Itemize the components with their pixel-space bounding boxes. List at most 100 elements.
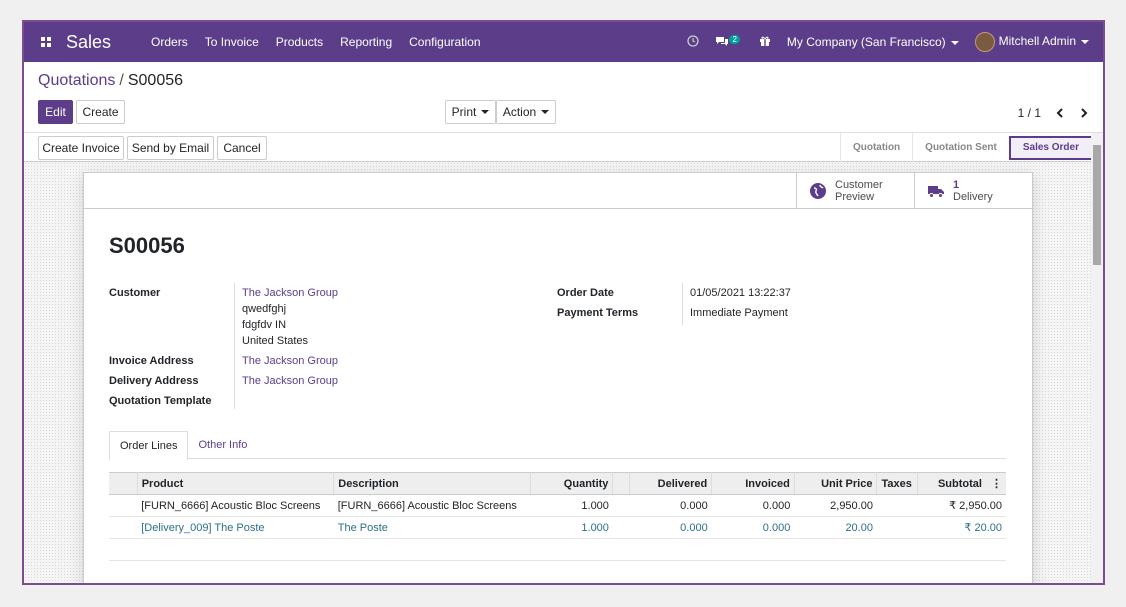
caret-down-icon	[950, 40, 959, 45]
delivery-address-link[interactable]: The Jackson Group	[242, 375, 338, 387]
activity-clock-icon[interactable]	[687, 34, 699, 50]
column-description[interactable]: Description	[333, 472, 531, 495]
company-name: My Company (San Francisco)	[786, 35, 946, 49]
status-bar: Create Invoice Send by Email Cancel Quot…	[24, 133, 1103, 162]
spacer-column	[612, 472, 630, 495]
line-delivered: 0.000	[629, 494, 712, 517]
tab-other-info[interactable]: Other Info	[188, 431, 257, 458]
user-name: Mitchell Admin	[998, 34, 1076, 49]
table-row[interactable]: [FURN_6666] Acoustic Bloc Screens [FURN_…	[109, 494, 1006, 517]
table-empty-row	[109, 538, 1006, 561]
customer-address-line2: fdgfdv IN	[242, 319, 287, 331]
line-unit-price: 20.00	[794, 516, 877, 539]
payment-terms-value: Immediate Payment	[690, 307, 788, 319]
delivery-button[interactable]: 1 Delivery	[914, 173, 1032, 209]
invoice-address-label: Invoice Address	[109, 355, 194, 367]
order-title: S00056	[109, 233, 185, 258]
line-subtotal: ₹ 2,950.00	[917, 494, 1006, 517]
line-description: The Poste	[333, 516, 531, 539]
breadcrumb: Quotations / S00056	[38, 72, 184, 89]
column-quantity[interactable]: Quantity	[530, 472, 614, 495]
vertical-scrollbar[interactable]	[1091, 133, 1103, 583]
avatar	[974, 32, 995, 52]
form-sheet: Customer Preview 1 Delivery S00056 Custome…	[83, 172, 1033, 583]
scrollbar-thumb[interactable]	[1093, 145, 1101, 265]
column-product[interactable]: Product	[137, 472, 335, 495]
stage-pipeline: Quotation Quotation Sent Sales Order	[839, 133, 1093, 162]
globe-icon	[810, 183, 826, 199]
company-switcher[interactable]: My Company (San Francisco)	[787, 35, 959, 49]
caret-down-icon	[1081, 40, 1089, 44]
top-navbar: Sales Orders To Invoice Products Reporti…	[24, 22, 1103, 62]
notebook-tabs: Order Lines Other Info	[109, 431, 1006, 460]
order-date-label: Order Date	[557, 287, 614, 299]
menu-reporting[interactable]: Reporting	[340, 35, 392, 49]
customer-address-line1: qwedfghj	[242, 303, 287, 315]
user-menu[interactable]: Mitchell Admin	[974, 32, 1089, 52]
caret-down-icon	[481, 110, 490, 114]
line-taxes	[876, 494, 918, 517]
line-product: [FURN_6666] Acoustic Bloc Screens	[137, 494, 334, 517]
column-invoiced[interactable]: Invoiced	[711, 472, 795, 495]
breadcrumb-current: S00056	[127, 72, 184, 89]
send-by-email-button[interactable]: Send by Email	[127, 136, 214, 160]
line-quantity: 1.000	[530, 494, 613, 517]
smart-button-box: Customer Preview 1 Delivery	[84, 173, 1032, 209]
create-invoice-button[interactable]: Create Invoice	[38, 136, 124, 160]
menu-products[interactable]: Products	[276, 35, 323, 49]
kebab-menu-icon[interactable]: ⋮	[991, 478, 1002, 490]
column-taxes[interactable]: Taxes	[876, 472, 918, 495]
stage-quotation[interactable]: Quotation	[839, 133, 912, 162]
line-delivered: 0.000	[629, 516, 712, 539]
payment-terms-label: Payment Terms	[557, 307, 639, 319]
customer-preview-button[interactable]: Customer Preview	[796, 173, 914, 209]
control-panel: Quotations / S00056 Edit Create Print Acti…	[24, 62, 1103, 133]
edit-button[interactable]: Edit	[38, 100, 73, 124]
menu-configuration[interactable]: Configuration	[409, 35, 480, 49]
customer-label: Customer	[109, 287, 161, 299]
apps-menu-icon[interactable]	[32, 37, 60, 47]
breadcrumb-quotations[interactable]: Quotations	[38, 72, 115, 89]
cancel-button[interactable]: Cancel	[217, 136, 267, 160]
action-button[interactable]: Action	[496, 100, 556, 124]
line-unit-price: 2,950.00	[794, 494, 877, 517]
line-taxes	[876, 516, 918, 539]
line-subtotal: ₹ 20.00	[917, 516, 1006, 539]
app-window: Sales Orders To Invoice Products Reporti…	[22, 20, 1105, 585]
handle-column	[109, 472, 138, 495]
menu-to-invoice[interactable]: To Invoice	[205, 35, 259, 49]
app-name: Sales	[66, 31, 112, 52]
chevron-left-icon[interactable]	[1055, 108, 1065, 118]
pager: 1 / 1	[1018, 106, 1089, 120]
delivery-address-label: Delivery Address	[109, 375, 199, 387]
field-divider	[234, 283, 235, 409]
column-delivered[interactable]: Delivered	[629, 472, 713, 495]
messages-icon[interactable]: 2	[715, 34, 743, 50]
tab-order-lines[interactable]: Order Lines	[109, 431, 189, 460]
print-button[interactable]: Print	[445, 100, 496, 124]
messages-badge: 2	[729, 34, 740, 44]
caret-down-icon	[541, 110, 550, 114]
stage-quotation-sent[interactable]: Quotation Sent	[912, 133, 1009, 162]
line-invoiced: 0.000	[711, 516, 795, 539]
invoice-address-link[interactable]: The Jackson Group	[242, 355, 338, 367]
column-subtotal[interactable]: Subtotal ⋮	[917, 472, 1006, 495]
customer-address-line3: United States	[242, 335, 309, 347]
truck-icon	[928, 186, 944, 198]
column-unit-price[interactable]: Unit Price	[794, 472, 878, 495]
gift-icon[interactable]	[759, 35, 771, 50]
create-button[interactable]: Create	[76, 100, 125, 124]
line-invoiced: 0.000	[711, 494, 795, 517]
pager-value[interactable]: 1 / 1	[1018, 106, 1041, 120]
chevron-right-icon[interactable]	[1079, 108, 1089, 118]
customer-link[interactable]: The Jackson Group	[242, 287, 338, 299]
table-row[interactable]: [Delivery_009] The Poste The Poste 1.000…	[109, 516, 1006, 539]
line-quantity: 1.000	[530, 516, 613, 539]
menu-orders[interactable]: Orders	[151, 35, 188, 49]
order-lines-table: Product Description Quantity Delivered I…	[109, 472, 1006, 561]
field-divider	[682, 283, 683, 325]
delivery-count: 1	[953, 179, 960, 191]
quotation-template-label: Quotation Template	[109, 395, 212, 407]
table-header-row: Product Description Quantity Delivered I…	[109, 472, 1006, 495]
stage-sales-order[interactable]: Sales Order	[1008, 135, 1093, 160]
